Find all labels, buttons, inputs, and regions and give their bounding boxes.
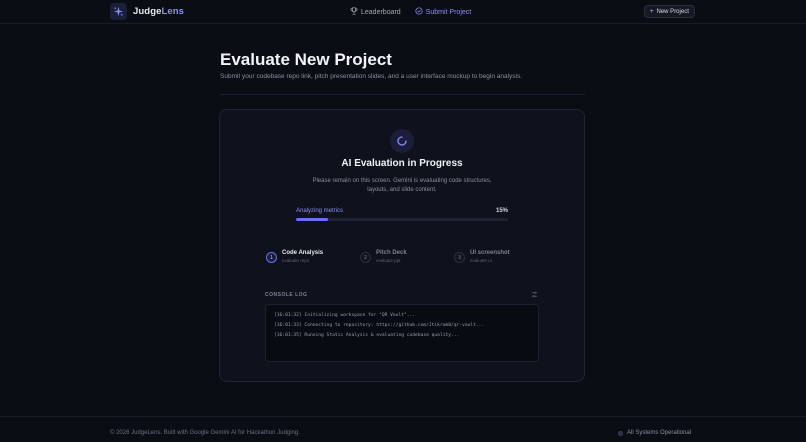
progress-fill — [296, 218, 328, 221]
logo-icon — [110, 3, 127, 20]
spinner-icon — [390, 129, 414, 153]
page-subtitle: Submit your codebase repo link, pitch pr… — [220, 73, 523, 80]
step-subtitle: evaluate ppt — [376, 258, 401, 263]
console-settings-icon[interactable] — [531, 291, 538, 300]
nav-leaderboard-label: Leaderboard — [361, 8, 401, 16]
step-title: UI screenshot — [470, 250, 510, 256]
plus-icon: + — [650, 8, 654, 15]
nav-leaderboard[interactable]: Leaderboard — [350, 7, 401, 17]
progress-bar — [296, 218, 508, 221]
brand[interactable]: JudgeLens — [110, 3, 184, 20]
console-line: [16:01:33] Connecting to repository: htt… — [274, 322, 485, 328]
nav-submit-project-label: Submit Project — [425, 8, 472, 16]
footer-copyright: © 2026 JudgeLens. Built with Google Gemi… — [110, 430, 300, 436]
console-line: [16:01:32] Initializing workspace for "Q… — [274, 313, 416, 318]
new-project-button[interactable]: + New Project — [644, 5, 695, 18]
console-log[interactable]: [16:01:32] Initializing workspace for "Q… — [265, 304, 539, 362]
page-title: Evaluate New Project — [220, 50, 392, 69]
main-nav: Leaderboard Submit Project — [350, 7, 471, 17]
step-subtitle: evaluate ui — [470, 258, 492, 263]
step-subtitle: evaluate repo — [282, 258, 310, 263]
new-project-label: New Project — [656, 8, 689, 15]
step-number: 1 — [266, 252, 277, 263]
system-status-label: All Systems Operational — [627, 430, 692, 436]
step-code-analysis: 1 Code Analysis evaluate repo — [266, 250, 323, 263]
step-title: Pitch Deck — [376, 250, 407, 256]
submit-check-icon — [415, 7, 423, 17]
status-dot-icon — [618, 430, 623, 436]
evaluation-description: Please remain on this screen. Gemini is … — [312, 178, 492, 193]
console-label: CONSOLE LOG — [265, 292, 308, 298]
evaluation-title: AI Evaluation in Progress — [341, 158, 463, 169]
progress-label: Analyzing metrics — [296, 208, 344, 214]
brand-name: JudgeLens — [133, 6, 185, 17]
step-ui-screenshot: 3 UI screenshot evaluate ui — [454, 250, 510, 263]
trophy-icon — [350, 7, 358, 17]
evaluation-card: AI Evaluation in Progress Please remain … — [219, 109, 585, 382]
footer: © 2026 JudgeLens. Built with Google Gemi… — [0, 416, 806, 442]
nav-submit-project[interactable]: Submit Project — [415, 7, 472, 17]
console-line: [16:01:35] Running Static Analysis & eva… — [274, 332, 460, 338]
step-title: Code Analysis — [282, 250, 324, 256]
top-nav-bar: JudgeLens Leaderboard Submit Project + N… — [0, 0, 806, 24]
progress-percent: 15% — [495, 208, 508, 214]
step-number: 3 — [454, 252, 465, 263]
step-pitch-deck: 2 Pitch Deck evaluate ppt — [360, 250, 407, 263]
step-number: 2 — [360, 252, 371, 263]
divider — [220, 94, 585, 95]
system-status: All Systems Operational — [618, 430, 691, 436]
